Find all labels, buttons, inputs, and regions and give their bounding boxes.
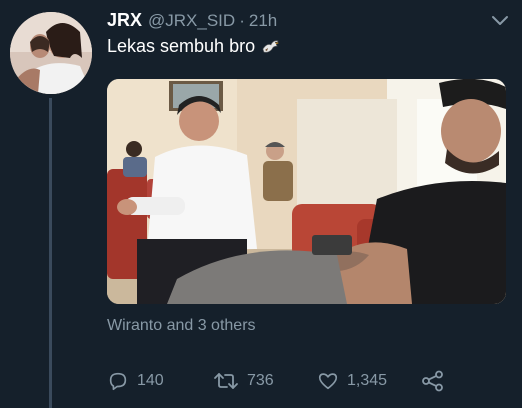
eagle-emoji-icon xyxy=(261,37,281,57)
retweet-count: 736 xyxy=(247,372,274,389)
timestamp[interactable]: 21h xyxy=(249,11,277,31)
reply-button[interactable]: 140 xyxy=(107,368,164,394)
like-count: 1,345 xyxy=(347,372,388,389)
tagged-people-link[interactable]: Wiranto and 3 others xyxy=(107,317,256,335)
tweet-photo[interactable] xyxy=(107,79,506,304)
display-name[interactable]: JRX xyxy=(107,10,142,31)
reply-count: 140 xyxy=(137,372,164,389)
tweet: JRX @JRX_SID · 21h Lekas sembuh bro Wira… xyxy=(0,0,522,408)
reply-icon xyxy=(107,370,129,392)
share-icon xyxy=(421,370,445,392)
chevron-down-icon[interactable] xyxy=(490,14,510,28)
tweet-text: Lekas sembuh bro xyxy=(107,36,281,57)
separator: · xyxy=(239,11,245,30)
like-button[interactable]: 1,345 xyxy=(317,368,387,394)
heart-icon xyxy=(317,370,339,392)
thread-line xyxy=(49,98,52,408)
tweet-body: Lekas sembuh bro xyxy=(107,36,256,56)
retweet-icon xyxy=(213,370,239,392)
tweet-actions: 140 736 1,345 xyxy=(107,368,507,394)
avatar[interactable] xyxy=(10,12,92,94)
tweet-header: JRX @JRX_SID · 21h xyxy=(107,10,277,34)
share-button[interactable] xyxy=(421,368,445,394)
retweet-button[interactable]: 736 xyxy=(213,368,274,394)
user-handle[interactable]: @JRX_SID xyxy=(148,11,235,31)
